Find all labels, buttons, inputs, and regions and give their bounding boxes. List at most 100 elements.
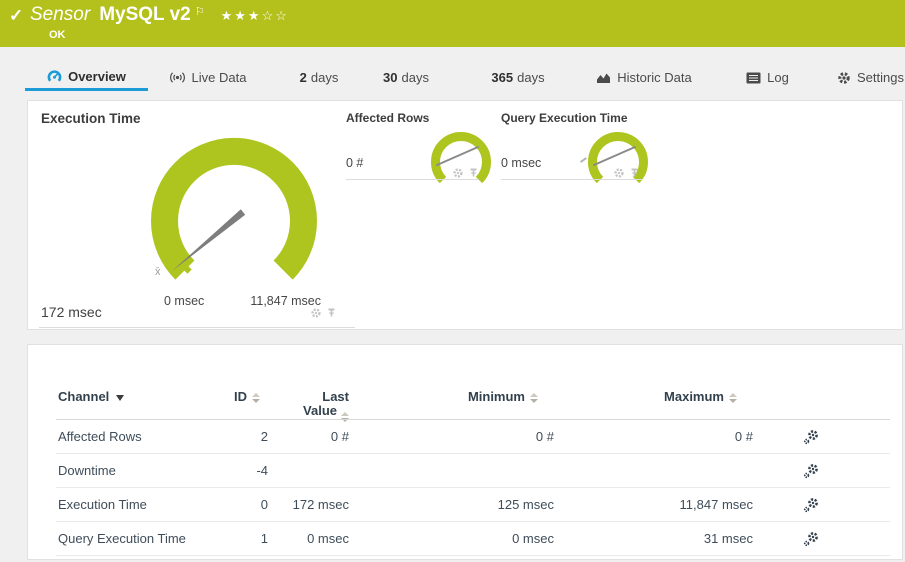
tab-historic-data[interactable]: Historic Data [588,64,700,91]
flag-icon[interactable]: ⚐ [195,5,205,18]
divider [346,179,479,180]
column-header-minimum[interactable]: Minimum [349,390,554,422]
sort-icon [729,393,737,403]
divider [501,179,642,180]
channel-table-body: Affected Rows 2 0 # 0 # 0 # Downtime -4 … [56,420,890,556]
channel-settings-icon[interactable] [803,531,819,547]
gauge-min-label: 0 msec [164,294,205,308]
tab-label: Log [767,70,789,85]
live-icon [169,72,185,83]
gauge-actions [613,167,640,179]
sensor-type-label: Sensor [30,4,91,25]
channel-maximum: 0 # [734,429,753,444]
gear-icon[interactable] [310,307,322,319]
channel-maximum: 11,847 msec [679,497,753,512]
channel-maximum: 31 msec [703,531,753,546]
gear-icon [838,71,850,84]
gear-icon[interactable] [613,167,625,179]
gauges-panel: Execution Time x̄ 0 msec 11,847 msec 172… [27,100,903,330]
channel-settings-icon[interactable] [803,497,819,513]
column-label: Maximum [664,389,724,404]
channel-id: 2 [260,429,268,444]
priority-stars[interactable]: ★★★☆☆ [221,8,289,24]
gauge-needle [172,209,246,271]
column-label: Channel [58,389,110,404]
channels-panel: Channel ID Last Value Minimum Maximum Af… [27,344,903,560]
channel-last-value: 0 msec [307,531,349,546]
tab-number: 30 [383,70,398,85]
tab-30-days[interactable]: 30 days [372,64,440,91]
pin-icon[interactable] [326,308,337,319]
gauge-max-label: 11,847 msec [250,294,321,308]
stars-filled[interactable]: ★★★ [221,8,262,23]
sensor-header: ✓ Sensor MySQL v2 ⚐ ★★★☆☆ OK [0,0,905,47]
tab-bar: Overview Live Data 2 days 30 days 365 da… [0,47,905,100]
tab-365-days[interactable]: 365 days [483,64,553,91]
channel-id: 0 [260,497,268,512]
log-icon [746,72,761,83]
tab-label: Historic Data [617,70,692,85]
affected-rows-gauge [431,132,491,184]
sort-icon [530,393,538,403]
tab-settings[interactable]: Settings [833,64,905,91]
table-row-execution-time: Execution Time 0 172 msec 125 msec 11,84… [56,488,890,522]
table-header-row: Channel ID Last Value Minimum Maximum [56,390,890,422]
tab-label: Live Data [191,70,247,85]
tab-label: Overview [68,68,126,84]
gauge-title-affected-rows: Affected Rows [346,111,430,125]
channel-name[interactable]: Affected Rows [58,429,208,444]
sort-icon [252,393,260,403]
sort-desc-icon [116,395,125,401]
tab-label: days [517,70,545,85]
column-header-channel[interactable]: Channel [58,390,208,422]
execution-time-value: 172 msec [41,304,102,320]
gear-icon[interactable] [452,167,464,179]
query-execution-time-value: 0 msec [501,156,542,170]
tab-log[interactable]: Log [740,64,795,91]
channel-id: 1 [260,531,268,546]
channel-name[interactable]: Downtime [58,463,208,478]
channel-settings-icon[interactable] [803,463,819,479]
tab-overview[interactable]: Overview [25,64,148,91]
gauge-actions [310,307,337,319]
gauge-title-execution-time: Execution Time [41,111,141,126]
pin-icon[interactable] [468,168,479,179]
channel-settings-icon[interactable] [803,429,819,445]
channel-minimum: 125 msec [497,497,554,512]
channel-last-value: 172 msec [292,497,349,512]
table-row-affected-rows: Affected Rows 2 0 # 0 # 0 # [56,420,890,454]
channel-id: -4 [256,463,268,478]
channel-name[interactable]: Query Execution Time [58,531,208,546]
channel-last-value: 0 # [330,429,349,444]
status-check-icon: ✓ [9,6,24,25]
channel-minimum: 0 msec [512,531,554,546]
affected-rows-value: 0 # [346,156,364,170]
average-marker: x̄ [155,266,161,278]
status-badge: OK [49,29,66,41]
tab-number: 2 [299,70,307,85]
divider [39,327,355,328]
sensor-name: MySQL v2 [99,4,191,25]
tab-label: Settings [857,70,904,85]
execution-time-gauge [151,137,317,280]
table-row-downtime: Downtime -4 [56,454,890,488]
query-execution-time-gauge [588,132,648,184]
column-label: Minimum [467,389,525,404]
chart-icon [597,73,611,83]
column-header-maximum[interactable]: Maximum [554,390,753,422]
pin-icon[interactable] [629,168,640,179]
gauge-title-query-execution-time: Query Execution Time [501,111,628,125]
tab-2-days[interactable]: 2 days [288,64,350,91]
table-row-query-execution-time: Query Execution Time 1 0 msec 0 msec 31 … [56,522,890,556]
column-header-id[interactable]: ID [208,390,268,422]
sensor-title-row: Sensor MySQL v2 ⚐ ★★★☆☆ [30,4,289,26]
tab-label: days [401,70,429,85]
tab-live-data[interactable]: Live Data [160,64,255,91]
gauge-actions [452,167,479,179]
tab-label: days [310,70,339,85]
channel-name[interactable]: Execution Time [58,497,208,512]
column-header-last-value[interactable]: Last Value [268,390,349,422]
tab-number: 365 [491,70,514,85]
stars-empty[interactable]: ☆☆ [262,8,289,23]
channel-minimum: 0 # [535,429,554,444]
